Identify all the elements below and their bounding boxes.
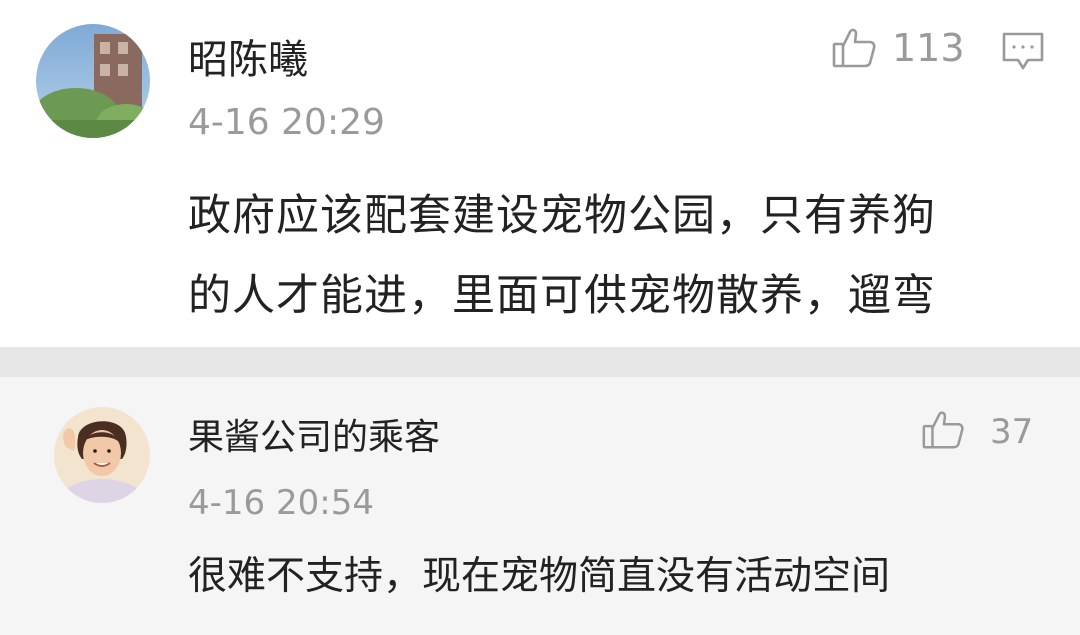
thumbs-up-icon[interactable] bbox=[830, 24, 878, 72]
comment-thread: 昭陈曦 4-16 20:29 113 政府应该配套建设宠物公园，只有养狗 的人才… bbox=[0, 0, 1080, 635]
like-count: 113 bbox=[892, 26, 965, 70]
reply-comment-icon[interactable] bbox=[1000, 28, 1046, 74]
thumbs-up-icon[interactable] bbox=[920, 407, 966, 453]
comment-text-line: 的人才能进，里面可供宠物散养，遛弯 bbox=[188, 271, 936, 321]
username[interactable]: 昭陈曦 bbox=[188, 34, 308, 86]
divider bbox=[0, 347, 1080, 377]
timestamp: 4-16 20:29 bbox=[188, 102, 385, 143]
timestamp: 4-16 20:54 bbox=[188, 483, 374, 523]
comment-item: 昭陈曦 4-16 20:29 113 政府应该配套建设宠物公园，只有养狗 的人才… bbox=[0, 0, 1080, 347]
avatar[interactable] bbox=[54, 407, 150, 503]
avatar[interactable] bbox=[36, 24, 150, 138]
comment-text: 很难不支持，现在宠物简直没有活动空间 bbox=[188, 554, 891, 599]
username[interactable]: 果酱公司的乘客 bbox=[188, 415, 440, 461]
comment-text: 政府应该配套建设宠物公园，只有养狗 的人才能进，里面可供宠物散养，遛弯 bbox=[188, 176, 1048, 336]
like-count: 37 bbox=[990, 412, 1034, 452]
comment-text-line: 政府应该配套建设宠物公园，只有养狗 bbox=[188, 191, 936, 241]
comment-item: 果酱公司的乘客 4-16 20:54 37 很难不支持，现在宠物简直没有活动空间 bbox=[0, 377, 1080, 635]
